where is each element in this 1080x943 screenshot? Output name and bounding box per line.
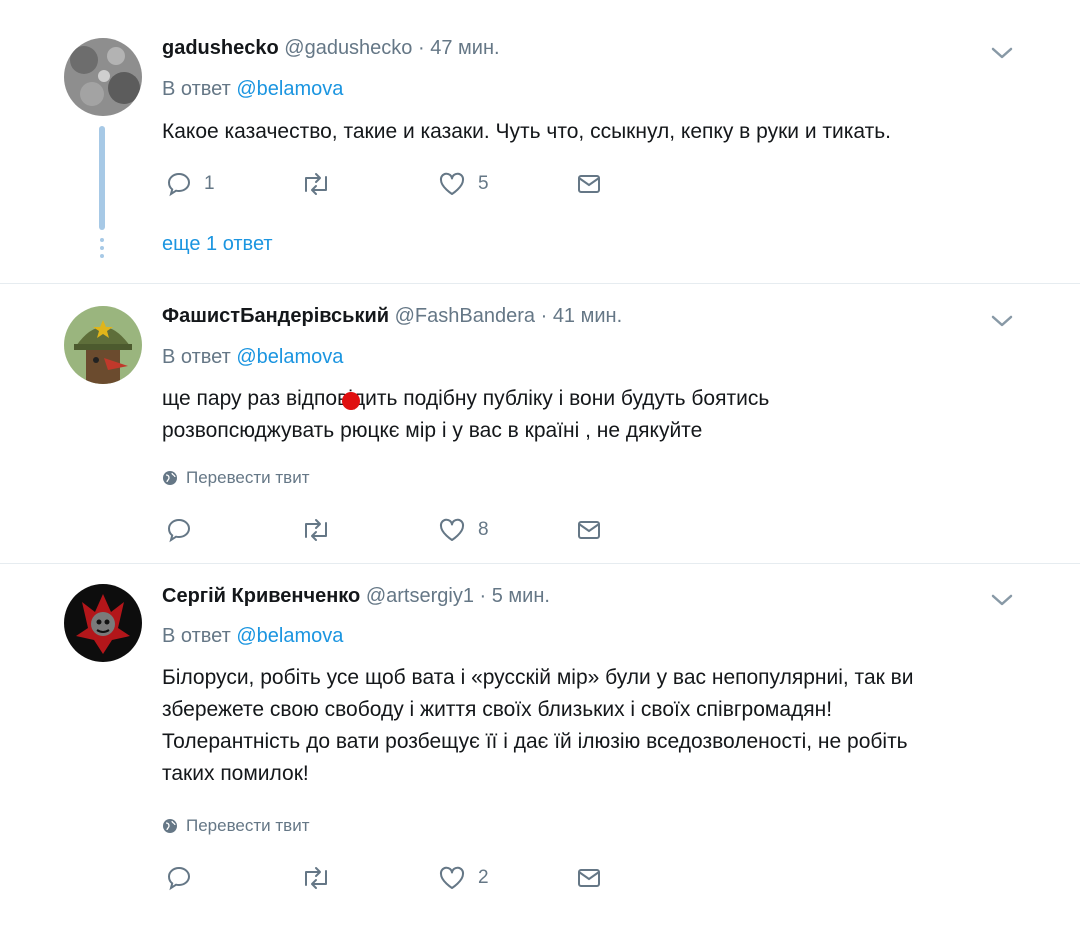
direct-message-button[interactable] [576, 171, 602, 197]
tweet-text: ще пару раз відповідить подібну публіку … [162, 387, 770, 442]
reply-button[interactable] [166, 865, 204, 891]
like-icon [439, 518, 465, 541]
direct-message-icon [578, 869, 600, 887]
retweet-icon [305, 867, 327, 889]
tweet-1[interactable]: gadushecko @gadushecko · 47 мин. В ответ… [0, 0, 1080, 282]
chevron-down-icon[interactable] [988, 590, 1016, 610]
reply-button[interactable] [166, 517, 204, 543]
like-button[interactable]: 8 [438, 517, 489, 543]
like-button[interactable]: 5 [438, 171, 489, 197]
timestamp[interactable]: 5 мин. [492, 585, 550, 607]
timestamp[interactable]: 41 мин. [553, 305, 622, 327]
like-icon [439, 172, 465, 195]
translate-tweet-link[interactable]: Перевести твит [162, 468, 309, 488]
retweet-icon [305, 173, 327, 195]
like-button[interactable]: 2 [438, 865, 489, 891]
tweet-text: Білоруси, робіть усе щоб вата і «русскій… [162, 666, 914, 785]
translate-label[interactable]: Перевести твит [186, 468, 309, 488]
reply-prefix: В ответ [162, 625, 231, 647]
tweet-actions: 2 [162, 865, 602, 895]
translate-label[interactable]: Перевести твит [186, 816, 309, 836]
like-count: 2 [478, 867, 489, 888]
reply-prefix: В ответ [162, 78, 231, 100]
chevron-down-icon[interactable] [988, 311, 1016, 331]
reply-button[interactable]: 1 [166, 171, 215, 197]
reply-mention-link[interactable]: @belamova [236, 346, 343, 368]
direct-message-button[interactable] [576, 865, 602, 891]
red-dot-marker [342, 392, 360, 410]
show-more-replies-link[interactable]: еще 1 ответ [162, 233, 273, 256]
reply-count: 1 [204, 173, 215, 194]
like-count: 5 [478, 173, 489, 194]
username[interactable]: @artsergiy1 [366, 585, 474, 607]
chevron-down-icon[interactable] [988, 43, 1016, 63]
timestamp[interactable]: 47 мин. [430, 37, 499, 59]
tweet-actions: 8 [162, 517, 602, 547]
separator-dot: · [540, 305, 548, 327]
reply-icon [167, 518, 191, 543]
direct-message-icon [578, 175, 600, 193]
retweet-button[interactable] [300, 865, 344, 891]
translate-tweet-link[interactable]: Перевести твит [162, 816, 309, 836]
username[interactable]: @gadushecko [284, 37, 412, 59]
tweet-header: ФашистБандерівський @FashBandera · 41 ми… [162, 305, 622, 328]
display-name[interactable]: Сергій Кривенченко [162, 585, 360, 607]
tweet-3[interactable]: Сергій Кривенченко @artsergiy1 · 5 мин. … [0, 564, 1080, 943]
reply-mention-link[interactable]: @belamova [236, 78, 343, 100]
retweet-button[interactable] [300, 171, 344, 197]
reply-mention-link[interactable]: @belamova [236, 625, 343, 647]
direct-message-button[interactable] [576, 517, 602, 543]
tweet-2[interactable]: ФашистБандерівський @FashBandera · 41 ми… [0, 284, 1080, 562]
separator-dot: · [479, 585, 487, 607]
display-name[interactable]: ФашистБандерівський [162, 305, 389, 327]
reply-prefix: В ответ [162, 346, 231, 368]
like-count: 8 [478, 519, 489, 540]
reply-icon [167, 866, 191, 891]
avatar[interactable] [64, 584, 142, 662]
globe-icon [163, 819, 177, 833]
globe-icon [163, 471, 177, 485]
thread-line [99, 126, 105, 230]
tweet-header: Сергій Кривенченко @artsergiy1 · 5 мин. [162, 585, 550, 608]
tweet-text: Какое казачество, такие и казаки. Чуть ч… [162, 120, 892, 143]
like-icon [439, 866, 465, 889]
reply-context: В ответ @belamova [162, 78, 343, 101]
retweet-button[interactable] [300, 517, 344, 543]
reply-icon [167, 172, 191, 197]
reply-context: В ответ @belamova [162, 625, 343, 648]
display-name[interactable]: gadushecko [162, 37, 279, 59]
reply-context: В ответ @belamova [162, 346, 343, 369]
tweet-actions: 1 5 [162, 171, 602, 201]
avatar[interactable] [64, 306, 142, 384]
separator-dot: · [418, 37, 425, 59]
direct-message-icon [578, 521, 600, 539]
avatar[interactable] [64, 38, 142, 116]
retweet-icon [305, 519, 327, 541]
username[interactable]: @FashBandera [395, 305, 535, 327]
tweet-header: gadushecko @gadushecko · 47 мин. [162, 37, 500, 60]
